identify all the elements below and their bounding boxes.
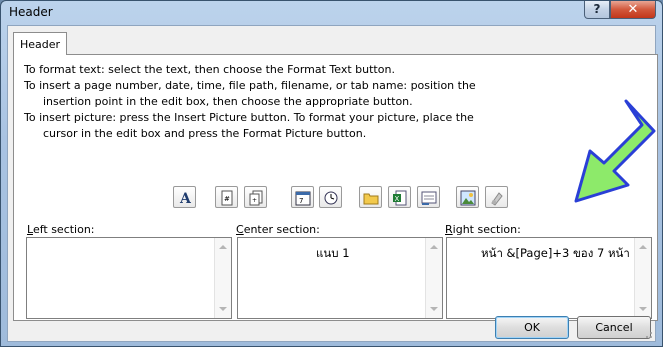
center-section-scrollbar[interactable] <box>425 238 442 318</box>
instruction-line: To insert picture: press the Insert Pict… <box>24 111 474 124</box>
left-section-scrollbar[interactable] <box>214 238 231 318</box>
window-title: Header <box>9 5 53 19</box>
instructions: To format text: select the text, then ch… <box>24 62 476 142</box>
left-section-field[interactable] <box>26 237 232 319</box>
insert-picture-button[interactable] <box>456 186 479 208</box>
center-section-field[interactable]: แนบ 1 <box>237 237 443 319</box>
resize-grip-icon[interactable] <box>643 329 653 339</box>
left-section-label: Left section: <box>27 223 95 236</box>
instruction-line: To format text: select the text, then ch… <box>24 63 395 76</box>
insert-file-name-button[interactable]: X <box>388 186 411 208</box>
insert-file-path-button[interactable] <box>359 186 382 208</box>
insert-time-icon <box>324 191 338 205</box>
tab-header-label: Header <box>20 38 61 51</box>
insert-picture-icon <box>460 190 476 206</box>
insert-date-button[interactable]: 7 <box>291 186 314 208</box>
svg-text:X: X <box>395 195 400 203</box>
dialog-client: Header To format text: select the text, … <box>7 25 658 342</box>
right-section-scrollbar[interactable] <box>634 238 651 318</box>
insert-number-of-pages-icon: + <box>249 190 263 206</box>
center-section-label: Center section: <box>236 223 320 236</box>
center-section-text: แนบ 1 <box>316 246 350 260</box>
ok-button[interactable]: OK <box>495 316 569 339</box>
close-button[interactable]: ✕ <box>610 1 656 19</box>
tab-panel: To format text: select the text, then ch… <box>13 54 658 321</box>
sheet-tab-icon <box>421 191 437 205</box>
svg-text:7: 7 <box>299 197 303 205</box>
annotation-arrow <box>574 99 656 203</box>
header-dialog: Header ? ✕ Header To format text: select… <box>0 0 663 347</box>
help-button[interactable]: ? <box>584 1 610 19</box>
right-section-text: หน้า &[Page]+3 ของ 7 หน้า <box>481 246 630 260</box>
instruction-line: To insert a page number, date, time, fil… <box>24 79 476 92</box>
format-text-icon: A <box>179 191 192 206</box>
insert-page-number-icon: # <box>221 190 233 206</box>
right-section-label: Right section: <box>445 223 521 236</box>
insert-sheet-name-button[interactable] <box>417 186 440 208</box>
insert-time-button[interactable] <box>319 186 342 208</box>
svg-text:A: A <box>179 191 192 206</box>
instruction-line: cursor in the edit box and press the For… <box>43 127 367 140</box>
excel-file-icon: X <box>393 190 407 206</box>
insert-page-number-button[interactable]: # <box>215 186 238 208</box>
right-section-field[interactable]: หน้า &[Page]+3 ของ 7 หน้า <box>446 237 652 319</box>
tab-header[interactable]: Header <box>13 32 67 55</box>
insert-date-icon: 7 <box>295 191 311 206</box>
title-bar: Header ? ✕ <box>1 1 662 23</box>
insert-number-of-pages-button[interactable]: + <box>244 186 267 208</box>
svg-text:+: + <box>252 197 257 204</box>
instruction-line: insertion point in the edit box, then ch… <box>43 95 413 108</box>
format-picture-button[interactable] <box>485 186 508 208</box>
svg-text:#: # <box>224 195 230 203</box>
cancel-button[interactable]: Cancel <box>577 316 651 339</box>
format-text-button[interactable]: A <box>173 186 196 208</box>
format-picture-icon <box>491 192 503 206</box>
folder-icon <box>363 193 379 205</box>
